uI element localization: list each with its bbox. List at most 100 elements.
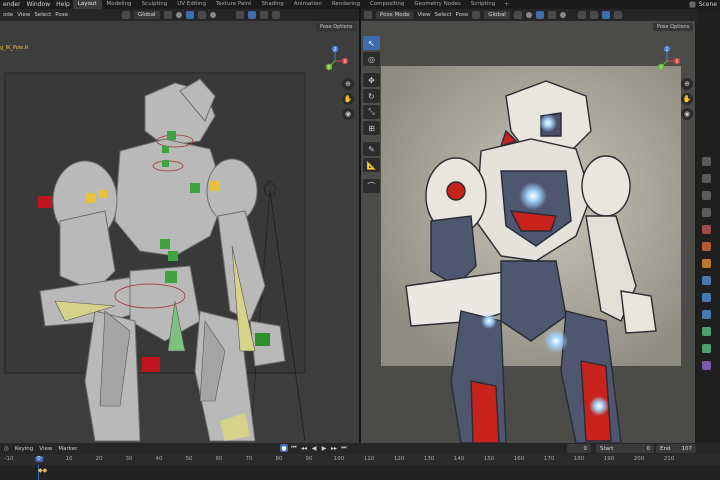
- pan-hand-icon[interactable]: ✋: [342, 93, 354, 105]
- annotate-tool-icon[interactable]: ✎: [363, 142, 380, 156]
- control-cube-green[interactable]: [168, 251, 178, 261]
- workspace-tab-texture-paint[interactable]: Texture Paint: [211, 0, 257, 9]
- shading-rendered-icon[interactable]: [613, 11, 622, 19]
- timeline-editor-type-icon[interactable]: ◷: [4, 446, 9, 452]
- camera-view-icon[interactable]: ◉: [681, 108, 693, 120]
- jump-end-icon[interactable]: ⏭: [340, 444, 348, 452]
- right-mode-dropdown[interactable]: Pose Mode: [376, 11, 414, 19]
- view-layer-properties-icon[interactable]: [702, 208, 711, 217]
- workspace-tab-modeling[interactable]: Modeling: [102, 0, 137, 9]
- control-cube-green[interactable]: [162, 160, 169, 167]
- next-keyframe-icon[interactable]: ▸▸: [330, 444, 338, 452]
- add-workspace-button[interactable]: +: [500, 1, 513, 8]
- pan-hand-icon[interactable]: ✋: [681, 93, 693, 105]
- move-tool-icon[interactable]: ✥: [363, 73, 380, 87]
- right-pose-menu[interactable]: Pose: [456, 12, 469, 18]
- control-cube-green[interactable]: [165, 271, 177, 283]
- left-mode-dropdown[interactable]: ode: [3, 12, 13, 18]
- control-cube-green[interactable]: [162, 146, 169, 153]
- left-3d-viewport[interactable]: g_IK_Pole.R: [0, 21, 359, 443]
- proportional-edit-icon[interactable]: [535, 11, 544, 19]
- bone-properties-icon[interactable]: [702, 344, 711, 353]
- end-frame-field[interactable]: End 107: [656, 444, 696, 453]
- workspace-tab-layout[interactable]: Layout: [72, 0, 102, 9]
- world-properties-icon[interactable]: [702, 242, 711, 251]
- prev-keyframe-icon[interactable]: ◂◂: [300, 444, 308, 452]
- play-reverse-icon[interactable]: ◀: [310, 444, 318, 452]
- workspace-tab-scripting[interactable]: Scripting: [466, 0, 500, 9]
- rotate-tool-icon[interactable]: ↻: [363, 89, 380, 103]
- bone-tool-icon[interactable]: ⌒: [363, 179, 380, 193]
- snap-icon[interactable]: [175, 12, 182, 18]
- output-properties-icon[interactable]: [702, 191, 711, 200]
- control-cube-green[interactable]: [255, 333, 270, 346]
- workspace-tab-uv-editing[interactable]: UV Editing: [172, 0, 211, 9]
- right-orientation-dropdown[interactable]: Global: [484, 11, 510, 19]
- keying-menu[interactable]: Keying: [15, 446, 33, 452]
- jump-start-icon[interactable]: ⏮: [290, 444, 298, 452]
- workspace-tab-sculpting[interactable]: Sculpting: [137, 0, 173, 9]
- shading-solid-icon[interactable]: [589, 11, 598, 19]
- left-orientation-dropdown[interactable]: Global: [134, 11, 160, 19]
- right-view-menu[interactable]: View: [417, 12, 430, 18]
- scene-selector[interactable]: Scene: [689, 1, 720, 8]
- menu-render[interactable]: ender: [0, 1, 23, 8]
- camera-view-icon[interactable]: ◉: [342, 108, 354, 120]
- shading-material-icon[interactable]: [601, 11, 610, 19]
- right-3d-viewport[interactable]: [361, 21, 695, 443]
- xray-icon[interactable]: [577, 11, 586, 19]
- modifier-properties-icon[interactable]: [702, 276, 711, 285]
- shading-rendered-icon[interactable]: [271, 11, 280, 19]
- menu-window[interactable]: Window: [23, 1, 53, 8]
- overlay-toggle-icon[interactable]: [547, 11, 556, 19]
- right-pose-options[interactable]: Pose Options: [653, 21, 694, 33]
- texture-properties-icon[interactable]: [702, 361, 711, 370]
- timeline-view-menu[interactable]: View: [39, 446, 52, 452]
- left-select-menu[interactable]: Select: [34, 12, 51, 18]
- control-cube-green[interactable]: [160, 239, 170, 249]
- armature-data-icon[interactable]: [702, 327, 711, 336]
- control-cube-red[interactable]: [38, 196, 52, 208]
- scale-tool-icon[interactable]: ⤡: [363, 105, 380, 119]
- control-cube-green[interactable]: [190, 183, 200, 193]
- proportional-edit-icon[interactable]: [185, 11, 194, 19]
- pivot-icon[interactable]: [163, 11, 172, 19]
- left-pose-menu[interactable]: Pose: [55, 12, 68, 18]
- left-pose-options[interactable]: Pose Options: [316, 21, 357, 33]
- menu-help[interactable]: Help: [53, 1, 73, 8]
- right-select-menu[interactable]: Select: [435, 12, 452, 18]
- control-cube-yellow[interactable]: [99, 190, 107, 198]
- measure-tool-icon[interactable]: 📐: [363, 158, 380, 172]
- control-cube-yellow[interactable]: [210, 181, 220, 191]
- physics-properties-icon[interactable]: [702, 310, 711, 319]
- transform-tool-icon[interactable]: ⊞: [363, 121, 380, 135]
- play-icon[interactable]: ▶: [320, 444, 328, 452]
- control-cube-yellow[interactable]: [86, 193, 96, 203]
- select-box-tool-icon[interactable]: ↖: [363, 36, 380, 50]
- left-view-menu[interactable]: View: [17, 12, 30, 18]
- auto-key-icon[interactable]: ●: [280, 444, 288, 452]
- tool-properties-icon[interactable]: [702, 157, 711, 166]
- control-cube-red[interactable]: [142, 357, 160, 372]
- workspace-tab-compositing[interactable]: Compositing: [365, 0, 409, 9]
- xray-icon[interactable]: [235, 11, 244, 19]
- snap-icon[interactable]: [525, 12, 532, 18]
- zoom-icon[interactable]: ⊕: [342, 78, 354, 90]
- shading-material-icon[interactable]: [259, 11, 268, 19]
- right-navigation-gizmo[interactable]: Z X Y: [653, 45, 683, 75]
- render-properties-icon[interactable]: [702, 174, 711, 183]
- workspace-tab-geometry-nodes[interactable]: Geometry Nodes: [409, 0, 465, 9]
- control-cube-green[interactable]: [167, 131, 176, 140]
- gizmo-toggle-icon[interactable]: [209, 12, 216, 18]
- pivot-icon[interactable]: [513, 11, 522, 19]
- workspace-tab-shading[interactable]: Shading: [256, 0, 288, 9]
- editor-type-icon[interactable]: [364, 11, 372, 19]
- overlay-toggle-icon[interactable]: [197, 11, 206, 19]
- particles-properties-icon[interactable]: [702, 293, 711, 302]
- start-frame-field[interactable]: Start 0: [596, 444, 654, 453]
- marker-menu[interactable]: Marker: [58, 446, 77, 452]
- cursor-tool-icon[interactable]: ◎: [363, 52, 380, 66]
- workspace-tab-animation[interactable]: Animation: [289, 0, 327, 9]
- workspace-tab-rendering[interactable]: Rendering: [327, 0, 365, 9]
- scene-properties-icon[interactable]: [702, 225, 711, 234]
